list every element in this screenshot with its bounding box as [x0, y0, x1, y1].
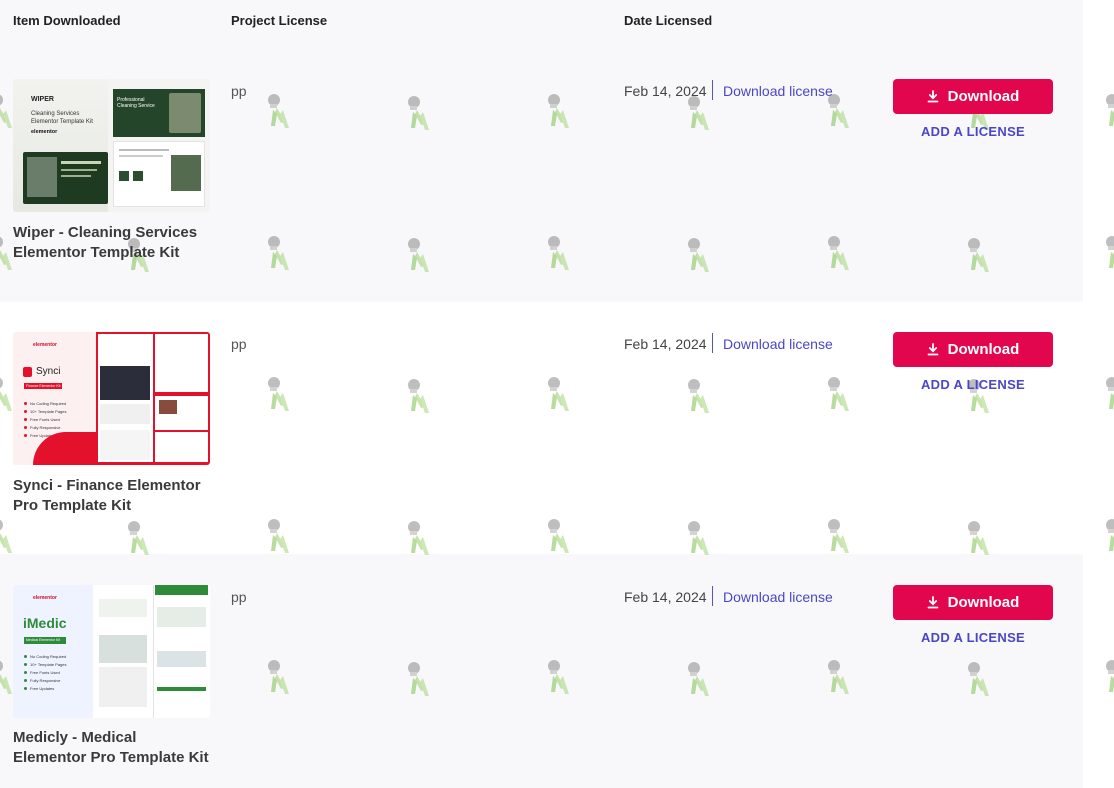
table-header: Item Downloaded Project License Date Lic…	[0, 0, 1083, 44]
download-license-link[interactable]: Download license	[723, 589, 833, 605]
download-button[interactable]: Download	[893, 332, 1053, 367]
column-header-item: Item Downloaded	[13, 13, 121, 28]
project-license: pp	[231, 589, 247, 605]
page-edge	[1083, 0, 1114, 788]
download-button[interactable]: Download	[893, 585, 1053, 620]
item-thumbnail[interactable]: elementor Synci Finance Elementor Kit No…	[13, 332, 210, 465]
date-licensed: Feb 14, 2024	[624, 83, 707, 99]
date-licensed: Feb 14, 2024	[624, 589, 707, 605]
add-license-link[interactable]: ADD A LICENSE	[893, 377, 1053, 392]
divider	[712, 333, 713, 353]
download-button[interactable]: Download	[893, 79, 1053, 114]
thumbnail-feature: No Coding Required	[24, 400, 67, 408]
download-license-link[interactable]: Download license	[723, 336, 833, 352]
thumbnail-feature: Free Fonts Used	[24, 416, 67, 424]
thumbnail-feature: 10+ Template Pages	[24, 661, 67, 669]
download-license-link[interactable]: Download license	[723, 83, 833, 99]
brand-logo: elementor	[33, 595, 57, 601]
download-icon	[927, 596, 939, 609]
thumbnail-feature: Fully Responsive	[24, 677, 67, 685]
column-header-license: Project License	[231, 13, 328, 28]
date-licensed: Feb 14, 2024	[624, 336, 707, 352]
project-license: pp	[231, 336, 247, 352]
add-license-link[interactable]: ADD A LICENSE	[893, 630, 1053, 645]
download-icon	[927, 343, 939, 356]
brand-logo: elementor	[31, 129, 58, 135]
download-button-label: Download	[947, 88, 1020, 105]
item-thumbnail[interactable]: WIPER Cleaning Services Elementor Templa…	[13, 79, 210, 212]
item-thumbnail[interactable]: elementor iMedic Medical Elementor Kit N…	[13, 585, 210, 718]
download-button-label: Download	[947, 594, 1020, 611]
thumbnail-feature: Free Updates	[24, 685, 67, 693]
project-license: pp	[231, 83, 247, 99]
thumbnail-feature: Fully Responsive	[24, 424, 67, 432]
column-header-date: Date Licensed	[624, 13, 713, 28]
download-icon	[927, 90, 939, 103]
thumbnail-feature: No Coding Required	[24, 653, 67, 661]
item-title[interactable]: Wiper - Cleaning Services Elementor Temp…	[13, 223, 213, 263]
item-title[interactable]: Synci - Finance Elementor Pro Template K…	[13, 476, 213, 516]
thumbnail-feature: 10+ Template Pages	[24, 408, 67, 416]
download-button-label: Download	[947, 341, 1020, 358]
thumbnail-feature: Free Fonts Used	[24, 669, 67, 677]
add-license-link[interactable]: ADD A LICENSE	[893, 124, 1053, 139]
item-title[interactable]: Medicly - Medical Elementor Pro Template…	[13, 728, 213, 768]
divider	[712, 80, 713, 100]
divider	[712, 586, 713, 606]
brand-logo: elementor	[33, 342, 57, 348]
